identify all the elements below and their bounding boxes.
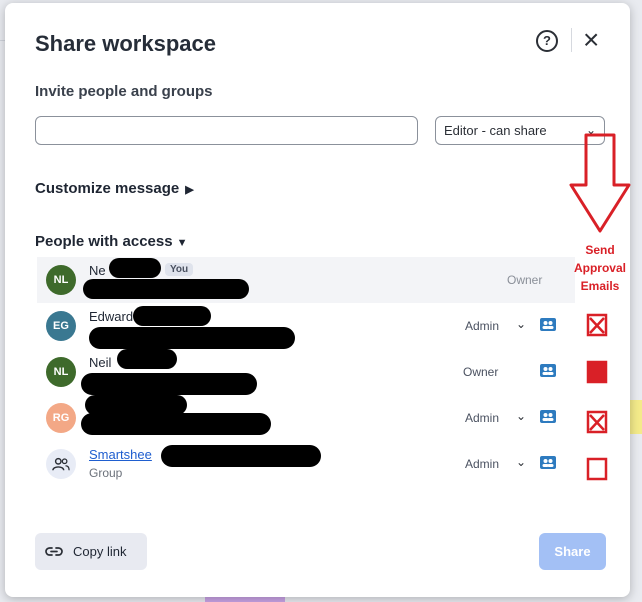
people-group-icon [52,457,70,471]
annotation-text: Send Approval Emails [565,241,635,295]
redaction-mark [85,395,187,415]
person-name: Ne [89,263,106,278]
approval-checkbox-filled[interactable] [586,360,608,384]
share-button[interactable]: Share [539,533,606,570]
redaction-mark [89,327,295,349]
caret-right-icon: ▶ [185,184,194,196]
group-name-link[interactable]: Smartshee [89,447,152,462]
dialog-title: Share workspace [35,31,216,56]
person-name: Neil [89,355,112,370]
avatar: RG [46,403,76,433]
redaction-mark [81,373,257,395]
invite-input[interactable] [35,116,418,145]
close-icon[interactable]: × [583,25,599,55]
redaction-mark [83,279,249,299]
chevron-down-icon[interactable]: ⌄ [516,317,526,331]
group-access-icon[interactable] [539,454,557,470]
chevron-down-icon[interactable]: ⌄ [516,455,526,469]
chevron-down-icon[interactable]: ⌄ [516,409,526,423]
group-access-icon[interactable] [539,362,557,378]
approval-checkbox-checked[interactable] [586,313,608,337]
people-with-access-label: People with access [35,233,173,250]
you-badge: You [165,263,194,276]
role-dropdown[interactable]: Admin [465,319,499,333]
link-icon [45,547,63,556]
redaction-mark [161,445,321,467]
role-label: Owner [507,273,543,287]
approval-checkbox-checked[interactable] [586,410,608,434]
annotation-arrow-icon [569,133,631,233]
customize-message-label: Customize message [35,180,180,197]
copy-link-label: Copy link [73,544,127,559]
avatar: NL [46,265,76,295]
redaction-mark [117,349,177,369]
annotation-line: Send [585,243,615,257]
redaction-mark [81,413,271,435]
avatar: NL [46,357,76,387]
share-workspace-dialog: Share workspace ? × Invite people and gr… [5,3,631,597]
background-cell-highlight [628,400,642,434]
help-icon[interactable]: ? [536,30,558,52]
redaction-mark [133,306,211,326]
people-with-access-toggle[interactable]: People with access ▼ [35,233,187,250]
redaction-mark [109,258,161,278]
person-name: Edward [89,309,134,324]
invite-label: Invite people and groups [35,83,213,100]
annotation-line: Emails [580,279,620,293]
copy-link-button[interactable]: Copy link [35,533,147,570]
role-dropdown[interactable]: Admin [465,411,499,425]
role-label: Owner [463,365,499,379]
avatar: EG [46,311,76,341]
approval-checkbox-empty[interactable] [586,457,608,481]
group-access-icon[interactable] [539,408,557,424]
annotation-line: Approval [573,261,626,275]
group-access-icon[interactable] [539,316,557,332]
caret-down-icon: ▼ [176,237,188,249]
permission-select-value: Editor - can share [444,123,547,138]
group-type-label: Group [89,466,123,480]
customize-message-toggle[interactable]: Customize message ▶ [35,180,194,197]
group-avatar [46,449,76,479]
role-dropdown[interactable]: Admin [465,457,499,471]
header-divider [571,28,572,52]
